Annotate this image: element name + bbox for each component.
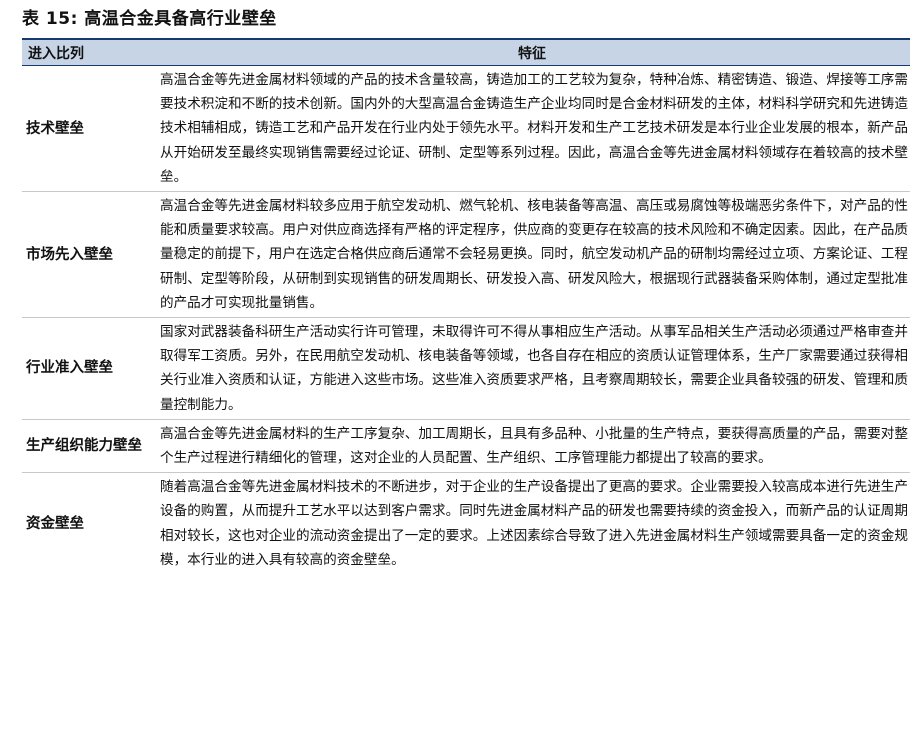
barrier-category: 市场先入壁垒 (22, 191, 154, 319)
description-text: 高温合金等先进金属材料的生产工序复杂、加工周期长，且具有多品种、小批量的生产特点… (160, 425, 908, 467)
table-row: 生产组织能力壁垒 高温合金等先进金属材料的生产工序复杂、加工周期长，且具有多品种… (22, 419, 910, 474)
table-row: 市场先入壁垒 高温合金等先进金属材料较多应用于航空发动机、燃气轮机、核电装备等高… (22, 191, 910, 319)
table-row: 资金壁垒 随着高温合金等先进金属材料技术的不断进步，对于企业的生产设备提出了更高… (22, 473, 910, 574)
description-text: 随着高温合金等先进金属材料技术的不断进步，对于企业的生产设备提出了更高的要求。企… (160, 479, 908, 568)
industry-barriers-table: 进入比列 特征 技术壁垒 高温合金等先进金属材料领域的产品的技术含量较高，铸造加… (22, 38, 910, 574)
barrier-description: 高温合金等先进金属材料领域的产品的技术含量较高，铸造加工的工艺较为复杂，特种冶炼… (154, 65, 910, 193)
description-text: 国家对武器装备科研生产活动实行许可管理，未取得许可不得从事相应生产活动。从事军品… (160, 324, 908, 413)
barrier-description: 高温合金等先进金属材料较多应用于航空发动机、燃气轮机、核电装备等高温、高压或易腐… (154, 191, 910, 319)
barrier-description: 高温合金等先进金属材料的生产工序复杂、加工周期长，且具有多品种、小批量的生产特点… (154, 419, 910, 474)
table-title: 表 15: 高温合金具备高行业壁垒 (22, 9, 277, 29)
header-row: 进入比列 特征 (22, 38, 910, 66)
description-text: 高温合金等先进金属材料较多应用于航空发动机、燃气轮机、核电装备等高温、高压或易腐… (160, 198, 908, 311)
barrier-category: 技术壁垒 (22, 65, 154, 193)
table-row: 技术壁垒 高温合金等先进金属材料领域的产品的技术含量较高，铸造加工的工艺较为复杂… (22, 65, 910, 193)
barrier-description: 随着高温合金等先进金属材料技术的不断进步，对于企业的生产设备提出了更高的要求。企… (154, 473, 910, 574)
table-header: 进入比列 特征 (22, 38, 910, 66)
description-text: 高温合金等先进金属材料领域的产品的技术含量较高，铸造加工的工艺较为复杂，特种冶炼… (160, 72, 908, 185)
table-row: 行业准入壁垒 国家对武器装备科研生产活动实行许可管理，未取得许可不得从事相应生产… (22, 317, 910, 420)
header-characteristics: 特征 (154, 38, 910, 66)
barrier-category: 生产组织能力壁垒 (22, 419, 154, 474)
header-barrier-type: 进入比列 (22, 38, 154, 66)
table-body: 技术壁垒 高温合金等先进金属材料领域的产品的技术含量较高，铸造加工的工艺较为复杂… (22, 65, 910, 575)
barrier-description: 国家对武器装备科研生产活动实行许可管理，未取得许可不得从事相应生产活动。从事军品… (154, 317, 910, 420)
barrier-category: 行业准入壁垒 (22, 317, 154, 420)
barrier-category: 资金壁垒 (26, 515, 84, 532)
report-page: 表 15: 高温合金具备高行业壁垒 进入比列 特征 技术壁垒 高温合金等先进金属… (0, 0, 918, 729)
